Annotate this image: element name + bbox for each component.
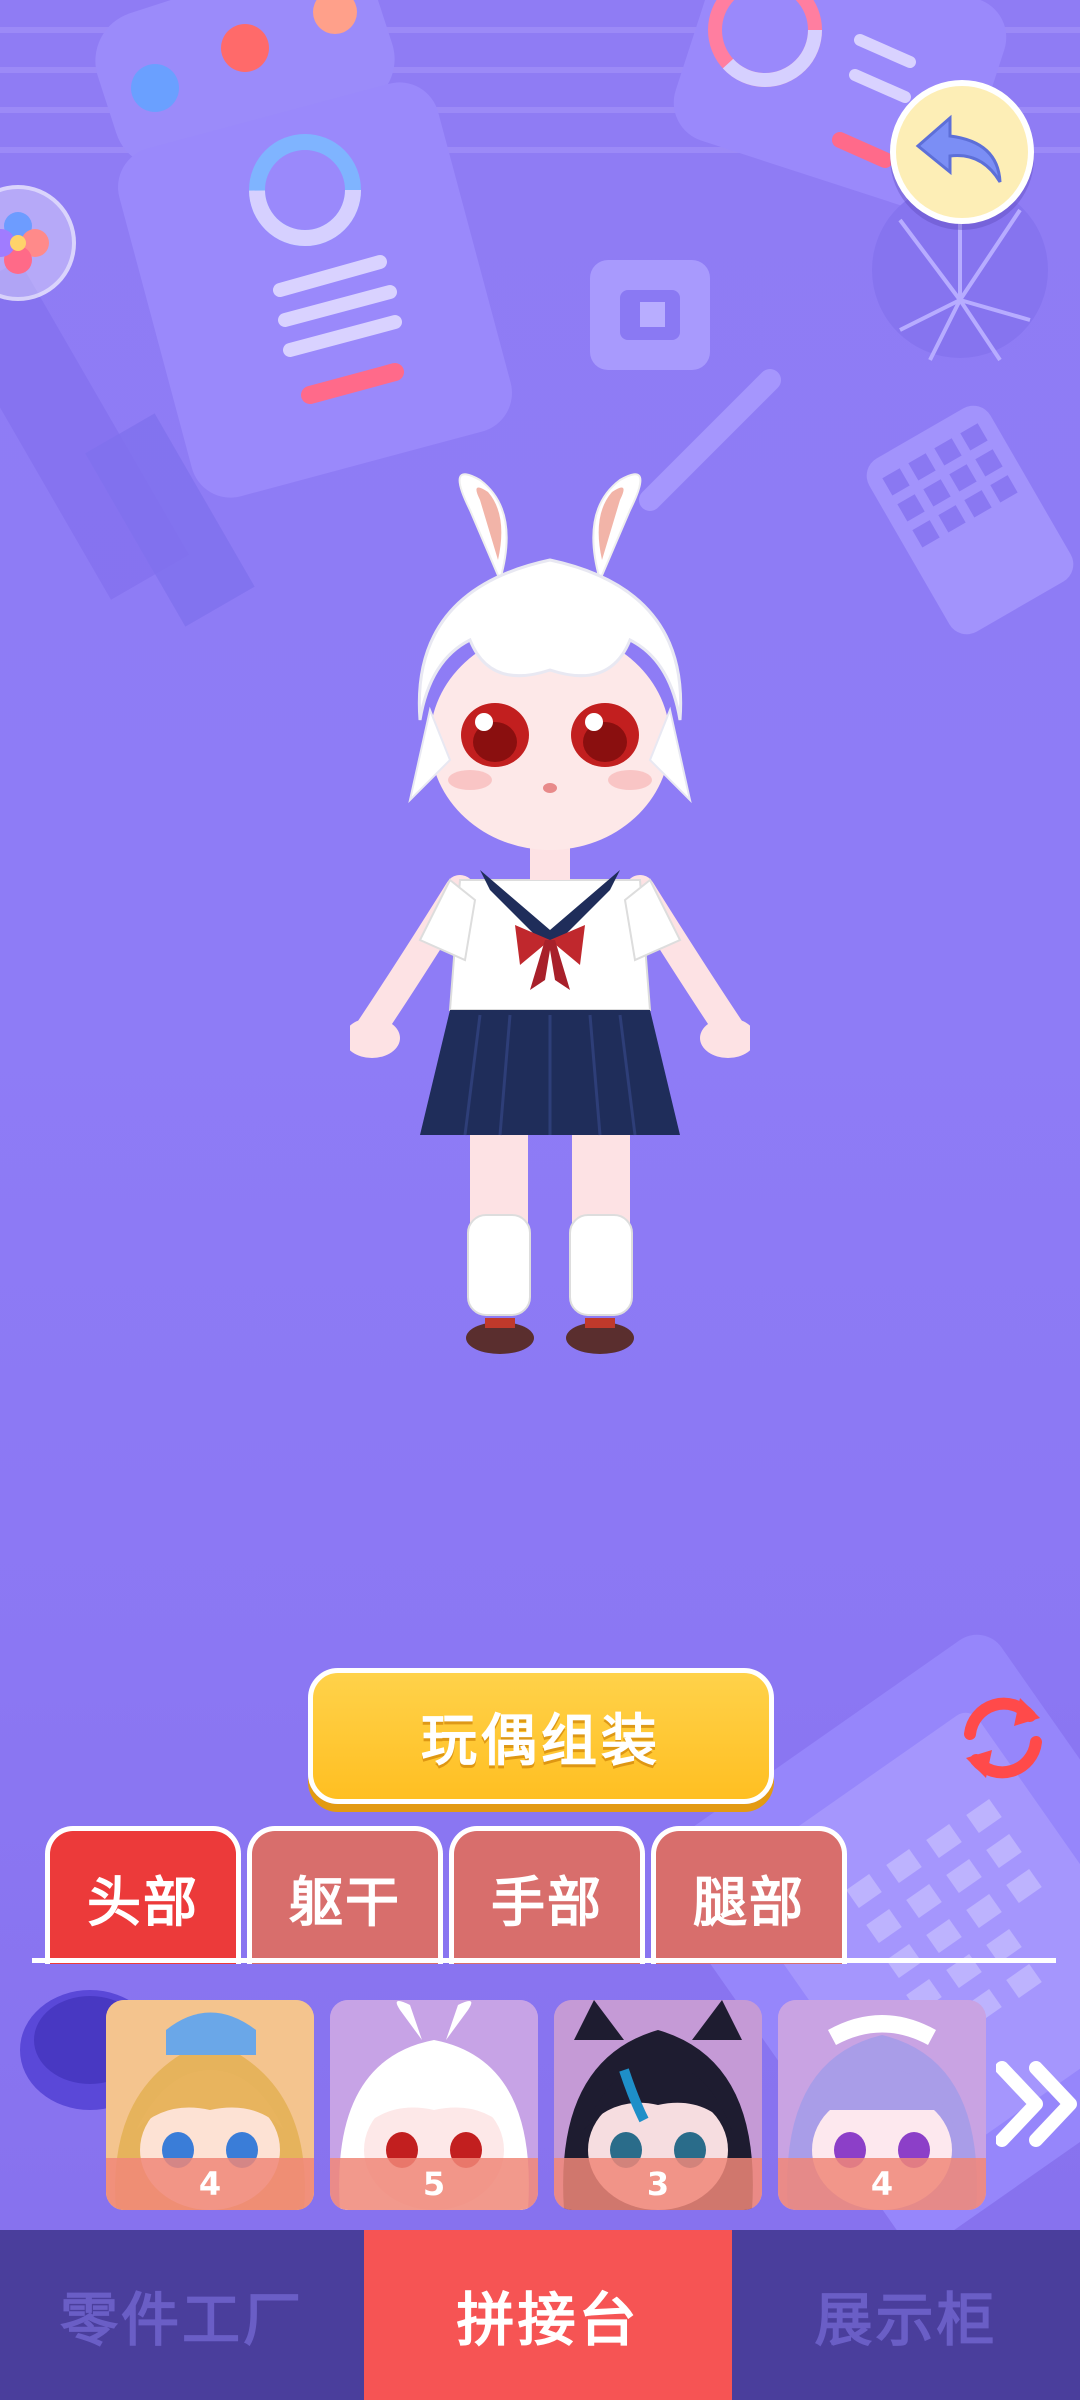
parts-list: 4 5 3 4 [106,2000,986,2210]
tab-head[interactable]: 头部 [45,1826,241,1964]
part-count: 4 [778,2158,986,2210]
tab-torso[interactable]: 躯干 [247,1826,443,1964]
game-scene: 玩偶组装 头部 躯干 手部 腿部 4 5 3 4 [0,0,1080,2230]
flower-icon [0,212,49,274]
back-button[interactable] [890,80,1034,224]
doll-character [350,473,750,1354]
nav-display-cabinet[interactable]: 展示柜 [732,2230,1080,2400]
double-chevron-right-icon[interactable] [996,2060,1080,2148]
refresh-icon[interactable] [958,1690,1048,1786]
nav-parts-factory[interactable]: 零件工厂 [0,2230,364,2400]
part-item-lavender-maid-hair[interactable]: 4 [778,2000,986,2210]
assemble-doll-button[interactable]: 玩偶组装 [308,1668,774,1804]
bottom-navigation: 零件工厂 拼接台 展示柜 [0,2230,1080,2400]
tab-hands[interactable]: 手部 [449,1826,645,1964]
part-item-blonde-hair[interactable]: 4 [106,2000,314,2210]
tab-legs[interactable]: 腿部 [651,1826,847,1964]
part-count: 5 [330,2158,538,2210]
part-count: 4 [106,2158,314,2210]
category-tabs: 头部 躯干 手部 腿部 [45,1826,847,1966]
part-count: 3 [554,2158,762,2210]
back-arrow-icon [915,114,1002,183]
tab-divider [32,1958,1056,1963]
part-item-white-bunny-hair[interactable]: 5 [330,2000,538,2210]
part-item-black-cat-hair[interactable]: 3 [554,2000,762,2210]
nav-assembly-station[interactable]: 拼接台 [364,2230,732,2400]
